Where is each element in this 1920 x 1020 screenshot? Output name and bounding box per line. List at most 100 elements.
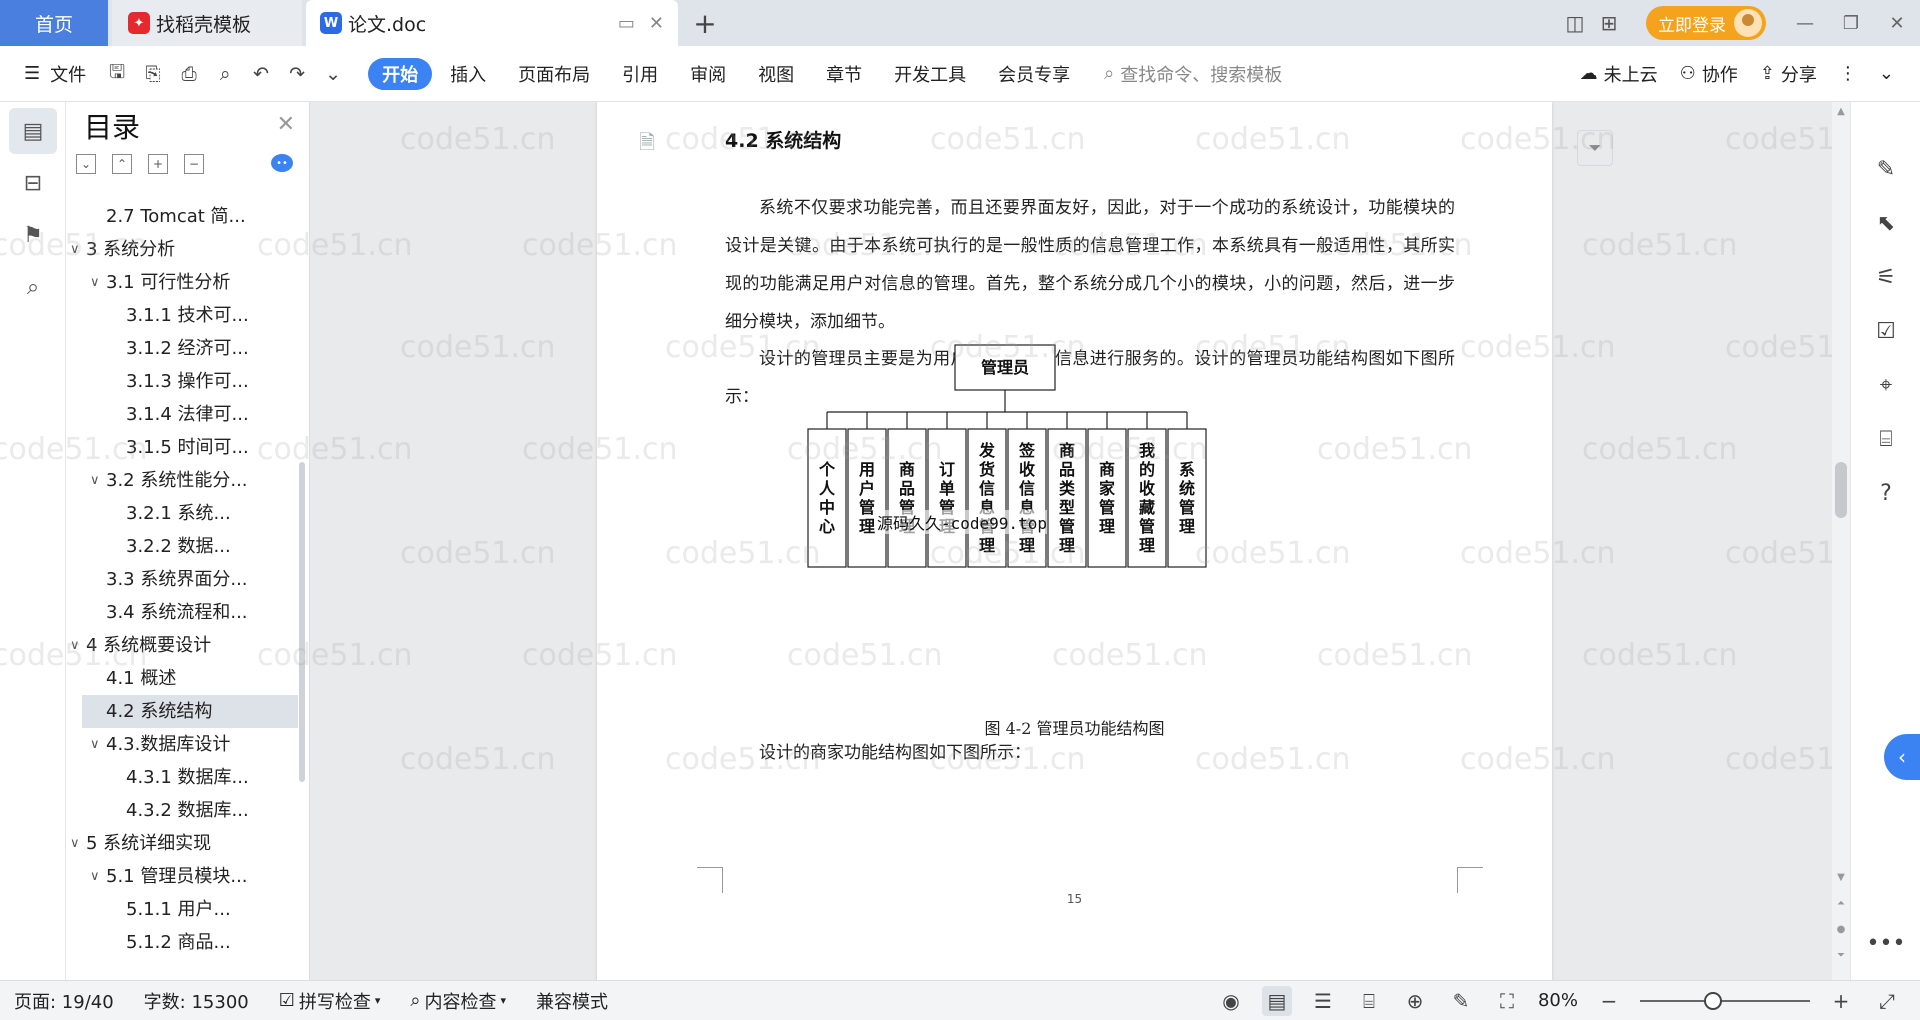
- collapse-ribbon-icon[interactable]: ⌄: [1879, 63, 1894, 84]
- tab-2[interactable]: 页面布局: [504, 58, 604, 90]
- cloud-status-button[interactable]: ☁ 未上云: [1580, 61, 1658, 87]
- ai-assist-icon[interactable]: ••: [271, 154, 293, 172]
- share-button[interactable]: ⇪ 分享: [1760, 61, 1817, 87]
- apps-grid-icon[interactable]: ⊞: [1592, 0, 1626, 46]
- close-window-icon[interactable]: ✕: [1874, 0, 1920, 46]
- restore-icon[interactable]: ❐: [1828, 0, 1874, 46]
- outline-item[interactable]: ∨ 3.2 系统性能分...: [66, 464, 310, 497]
- chevron-down-icon[interactable]: ∨: [90, 266, 100, 299]
- outline-view-icon[interactable]: ☰: [1308, 986, 1338, 1016]
- tab-home[interactable]: 首页: [0, 0, 108, 46]
- float-window-icon[interactable]: ▭: [618, 13, 635, 34]
- chevron-down-icon[interactable]: ∨: [70, 233, 80, 266]
- zoom-out-icon[interactable]: −: [1594, 986, 1624, 1016]
- outline-item[interactable]: 3.2.1 系统...: [66, 497, 310, 530]
- eye-protection-icon[interactable]: ◉: [1216, 986, 1246, 1016]
- chevron-down-icon[interactable]: ∨: [70, 827, 80, 860]
- outline-item[interactable]: ∨ 5.1 管理员模块...: [66, 860, 310, 893]
- print-preview-icon[interactable]: ⌕: [210, 59, 240, 89]
- outline-item[interactable]: 5.1.2 商品...: [66, 926, 310, 959]
- content-check-button[interactable]: ⌕ 内容检查 ▾: [410, 988, 506, 1014]
- outline-item[interactable]: 3.2.2 数据...: [66, 530, 310, 563]
- outline-item[interactable]: ∨ 4.3.数据库设计: [66, 728, 310, 761]
- scroll-up-icon[interactable]: ▲: [1832, 106, 1850, 117]
- customize-quickbar-icon[interactable]: ⌄: [318, 59, 348, 89]
- bookmark-icon[interactable]: ⚑: [9, 212, 57, 258]
- file-menu[interactable]: ☰ 文件: [24, 61, 86, 87]
- chevron-down-icon[interactable]: ∨: [90, 860, 100, 893]
- word-count[interactable]: 字数: 15300: [144, 988, 249, 1014]
- tab-6[interactable]: 章节: [812, 58, 876, 90]
- outline-item[interactable]: 4.3.1 数据库...: [66, 761, 310, 794]
- select-pointer-icon[interactable]: ⬉: [1851, 196, 1920, 250]
- outline-item[interactable]: ∨ 5 系统详细实现: [66, 827, 310, 860]
- expand-all-icon[interactable]: ⌄: [76, 154, 96, 174]
- zoom-level[interactable]: 80%: [1538, 990, 1578, 1011]
- outline-scrollbar[interactable]: [299, 462, 305, 782]
- undo-icon[interactable]: ↶: [246, 59, 276, 89]
- outline-item[interactable]: 3.1.5 时间可...: [66, 431, 310, 464]
- select-browse-icon[interactable]: ●: [1832, 924, 1850, 935]
- web-view-icon[interactable]: ⊕: [1400, 986, 1430, 1016]
- document-scrollbar[interactable]: ▲ ▼ ⏶ ● ⏷: [1832, 102, 1850, 980]
- outline-item[interactable]: ∨ 3.1 可行性分析: [66, 266, 310, 299]
- close-tab-icon[interactable]: ✕: [649, 13, 664, 34]
- tab-5[interactable]: 视图: [744, 58, 808, 90]
- find-icon[interactable]: ⌕: [9, 264, 57, 310]
- outline-item[interactable]: 5.1.1 用户...: [66, 893, 310, 926]
- collapse-header-icon[interactable]: ⏷: [1577, 130, 1613, 166]
- chapter-nav-icon[interactable]: ⊟: [9, 160, 57, 206]
- scroll-thumb[interactable]: [1835, 462, 1847, 518]
- write-view-icon[interactable]: ✎: [1446, 986, 1476, 1016]
- page-count[interactable]: 页面: 19/40: [14, 988, 114, 1014]
- more-tools-icon[interactable]: •••: [1851, 931, 1920, 956]
- spell-check-button[interactable]: ☑ 拼写检查 ▾: [279, 988, 381, 1014]
- tab-7[interactable]: 开发工具: [880, 58, 980, 90]
- location-icon[interactable]: ⌖: [1851, 358, 1920, 412]
- help-icon[interactable]: ?: [1851, 466, 1920, 520]
- remove-heading-icon[interactable]: −: [184, 154, 204, 174]
- zoom-slider[interactable]: [1640, 991, 1810, 1010]
- tab-0[interactable]: 开始: [368, 57, 433, 90]
- outline-item[interactable]: 4.2 系统结构: [82, 695, 298, 728]
- save-icon[interactable]: 🖫: [102, 59, 132, 89]
- add-heading-icon[interactable]: +: [148, 154, 168, 174]
- reading-view-icon[interactable]: ⌸: [1354, 986, 1384, 1016]
- new-tab-button[interactable]: +: [690, 0, 720, 46]
- login-button[interactable]: 立即登录: [1646, 6, 1766, 40]
- layout-switch-icon[interactable]: ◫: [1558, 0, 1592, 46]
- tab-4[interactable]: 审阅: [676, 58, 740, 90]
- outline-item[interactable]: 3.1.3 操作可...: [66, 365, 310, 398]
- outline-item[interactable]: 4.3.2 数据库...: [66, 794, 310, 827]
- fullscreen-icon[interactable]: ⤢: [1872, 986, 1902, 1016]
- outline-item[interactable]: 3.1.1 技术可...: [66, 299, 310, 332]
- tab-3[interactable]: 引用: [608, 58, 672, 90]
- chevron-down-icon[interactable]: ∨: [90, 728, 100, 761]
- adjust-sliders-icon[interactable]: ⚟: [1851, 250, 1920, 304]
- tab-8[interactable]: 会员专享: [984, 58, 1084, 90]
- outline-item[interactable]: 3.1.4 法律可...: [66, 398, 310, 431]
- next-page-icon[interactable]: ⏷: [1832, 950, 1850, 961]
- minimize-icon[interactable]: —: [1782, 0, 1828, 46]
- review-icon[interactable]: ☑: [1851, 304, 1920, 358]
- outline-item[interactable]: ∨ 4 系统概要设计: [66, 629, 310, 662]
- close-outline-icon[interactable]: ✕: [277, 112, 295, 137]
- tab-templates[interactable]: ✦ 找稻壳模板: [112, 0, 302, 46]
- export-pdf-icon[interactable]: ⎘: [138, 59, 168, 89]
- reading-icon[interactable]: ⌸: [1851, 412, 1920, 466]
- outline-item[interactable]: 3.4 系统流程和...: [66, 596, 310, 629]
- document-page[interactable]: 🗎 4.2 系统结构 系统不仅要求功能完善，而且还要界面友好，因此，对于一个成功…: [597, 102, 1552, 980]
- tab-1[interactable]: 插入: [436, 58, 500, 90]
- outline-item[interactable]: 3.1.2 经济可...: [66, 332, 310, 365]
- collapse-all-icon[interactable]: ⌃: [112, 154, 132, 174]
- scroll-down-icon[interactable]: ▼: [1832, 872, 1850, 883]
- chevron-down-icon[interactable]: ∨: [90, 464, 100, 497]
- page-menu-icon[interactable]: 🗎: [639, 128, 655, 162]
- tab-document[interactable]: W 论文.doc ▭ ✕: [306, 0, 678, 46]
- zoom-slider-handle[interactable]: [1704, 991, 1722, 1010]
- previous-page-icon[interactable]: ⏶: [1832, 898, 1850, 909]
- print-icon[interactable]: ⎙: [174, 59, 204, 89]
- outline-panel-icon[interactable]: ▤: [9, 108, 57, 154]
- collaborate-button[interactable]: ⚇ 协作: [1680, 61, 1738, 87]
- outline-item[interactable]: 4.1 概述: [66, 662, 310, 695]
